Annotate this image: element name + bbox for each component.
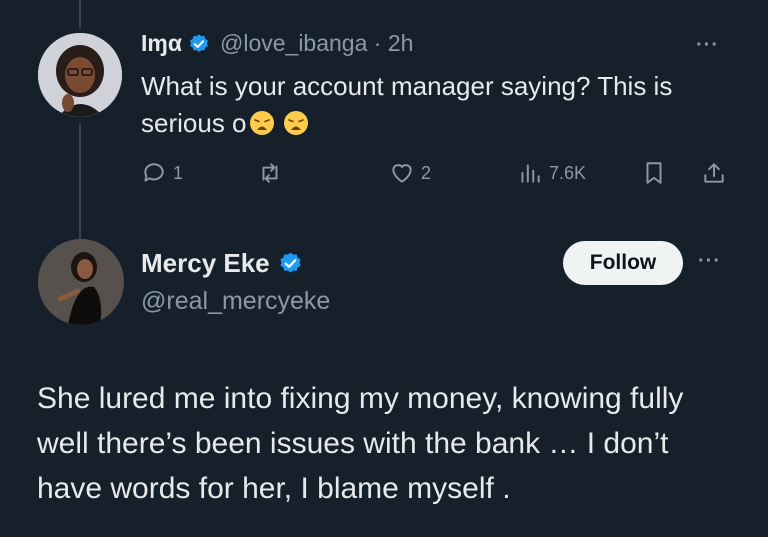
bookmark-button[interactable] bbox=[641, 160, 667, 186]
like-button[interactable]: 2 bbox=[389, 160, 431, 186]
reply-count: 1 bbox=[173, 162, 184, 183]
bookmark-icon bbox=[646, 162, 662, 184]
verified-badge-icon bbox=[190, 33, 208, 52]
thread-line-bottom bbox=[79, 124, 81, 240]
views-button[interactable]: 7.6K bbox=[517, 160, 586, 186]
repost-icon bbox=[262, 163, 278, 183]
follow-button[interactable]: Follow bbox=[563, 241, 683, 285]
share-button[interactable] bbox=[701, 160, 727, 186]
like-count: 2 bbox=[421, 162, 432, 183]
reply-handle[interactable]: @love_ibanga bbox=[220, 30, 367, 56]
main-handle[interactable]: @real_mercyeke bbox=[141, 287, 330, 316]
share-icon bbox=[704, 163, 724, 183]
main-author-name: Mercy Eke bbox=[141, 248, 303, 279]
reply-time[interactable]: 2h bbox=[388, 30, 414, 56]
reply-separator: · bbox=[373, 30, 382, 56]
main-avatar-image bbox=[38, 239, 124, 325]
reply-button[interactable]: 1 bbox=[141, 160, 183, 186]
main-more-icon[interactable]: ··· bbox=[698, 250, 721, 273]
comment-icon bbox=[144, 163, 164, 182]
weary-face-emoji-icon bbox=[249, 111, 274, 135]
repost-button[interactable] bbox=[257, 160, 283, 186]
reply-header: Iɱα @love_ibanga · 2h bbox=[141, 30, 413, 57]
reply-display-name[interactable]: Iɱα bbox=[141, 30, 182, 57]
main-tweet-text: She lured me into fixing my money, knowi… bbox=[37, 382, 684, 505]
weary-face-emoji-icon bbox=[283, 111, 308, 135]
reply-text-body: What is your account manager saying? Thi… bbox=[141, 71, 673, 138]
views-chart-icon bbox=[521, 164, 540, 183]
thread-line-top bbox=[79, 0, 81, 28]
reply-text: What is your account manager saying? Thi… bbox=[141, 68, 731, 142]
verified-badge-icon bbox=[280, 252, 301, 273]
main-avatar[interactable] bbox=[38, 239, 124, 325]
reply-more-icon[interactable]: ··· bbox=[696, 34, 719, 57]
view-count: 7.6K bbox=[549, 162, 587, 183]
heart-icon bbox=[392, 164, 412, 183]
reply-action-bar: 1 2 7.6K bbox=[141, 160, 731, 190]
reply-avatar-image bbox=[38, 33, 122, 117]
reply-avatar[interactable] bbox=[38, 33, 122, 117]
main-display-name[interactable]: Mercy Eke bbox=[141, 248, 270, 279]
